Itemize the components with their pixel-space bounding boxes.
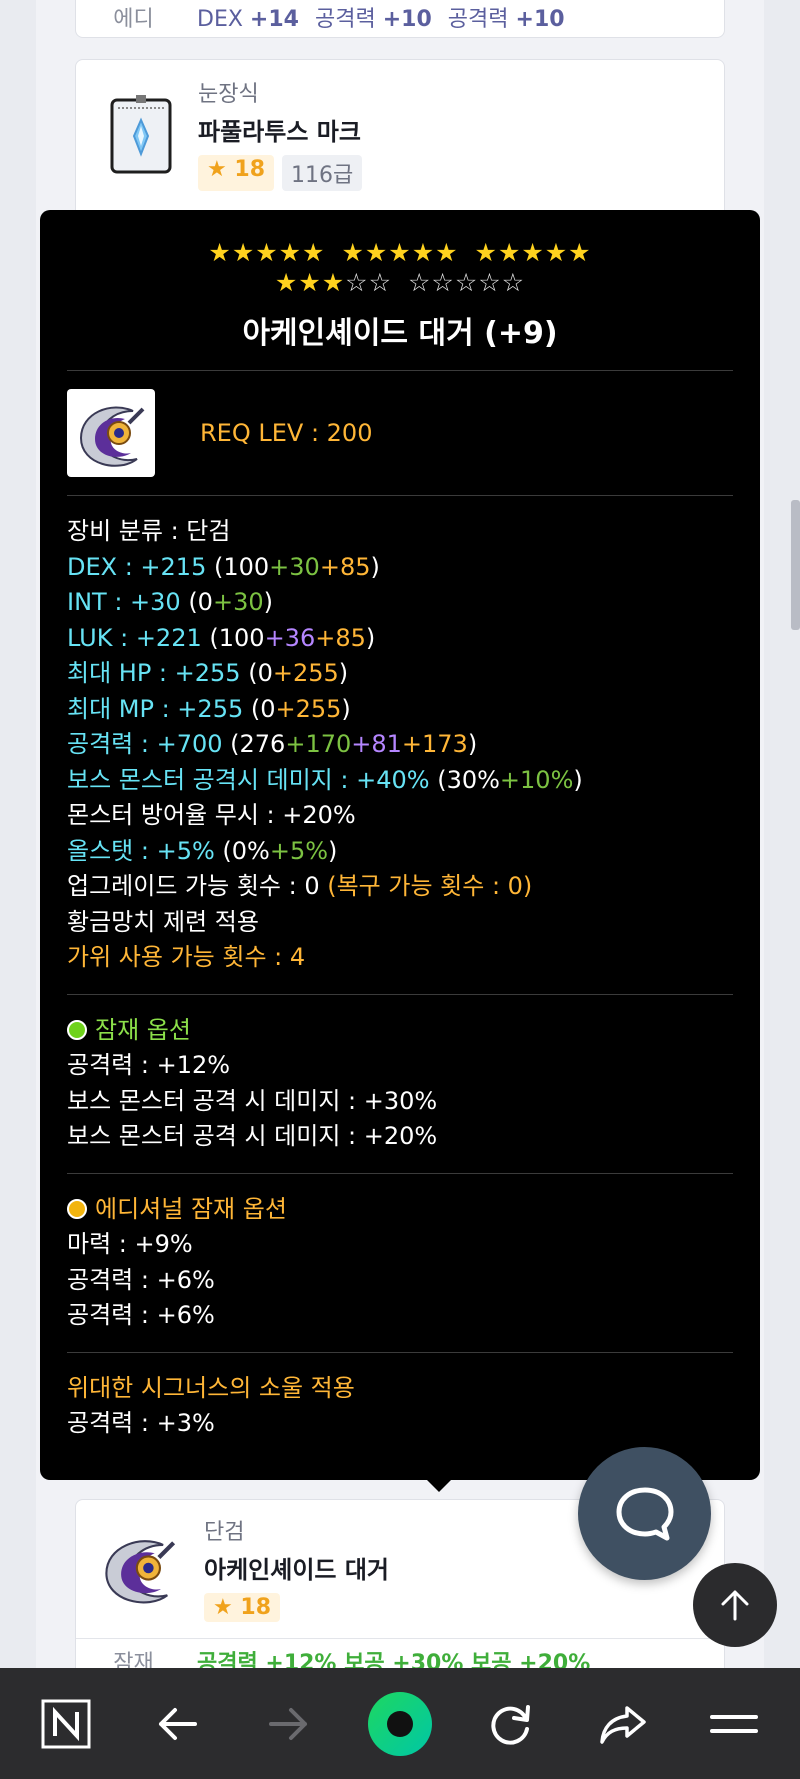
back-arrow-icon bbox=[159, 1707, 198, 1740]
additional-potential-title: 에디셔널 잠재 옵션 bbox=[95, 1194, 287, 1223]
tooltip-title: 아케인셰이드 대거 (+9) bbox=[242, 316, 558, 351]
home-circle-icon bbox=[367, 1691, 432, 1756]
chat-bubble-icon bbox=[616, 1487, 673, 1540]
stat-max-hp: 최대 HP : +255 (0+255) bbox=[67, 659, 349, 687]
stat-ignore-defense: 몬스터 방어율 무시 : +20% bbox=[67, 801, 356, 829]
potential-title: 잠재 옵션 bbox=[95, 1015, 191, 1044]
additional-potential-header: 에디셔널 잠재 옵션 bbox=[67, 1192, 733, 1228]
potential-header: 잠재 옵션 bbox=[67, 1013, 733, 1049]
scroll-to-top-button[interactable] bbox=[693, 1563, 777, 1647]
scissors-count: 가위 사용 가능 횟수 : 4 bbox=[67, 943, 306, 971]
menu-icon bbox=[710, 1714, 759, 1733]
starforce-stars: ★★★★★ ★★★★★ ★★★★★ ★★★☆☆ ☆☆☆☆☆ bbox=[208, 238, 592, 297]
starforce-badge: ★ 18 bbox=[198, 155, 275, 191]
additional-line: 공격력 : +6% bbox=[67, 1301, 215, 1329]
starforce-badge: ★ 18 bbox=[204, 1593, 281, 1622]
potential-line: 보스 몬스터 공격 시 데미지 : +30% bbox=[67, 1086, 438, 1115]
additional-line: 공격력 : +6% bbox=[67, 1265, 215, 1294]
naver-n-icon bbox=[41, 1699, 91, 1748]
potential-line: 보스 몬스터 공격 시 데미지 : +20% bbox=[67, 1122, 438, 1150]
stat-allstat: 올스탯 : +5% (0%+5%) bbox=[67, 836, 338, 865]
star-icon: ★ bbox=[213, 1595, 233, 1620]
additional-grade-icon bbox=[67, 1199, 87, 1220]
share-button[interactable] bbox=[583, 1684, 663, 1764]
item-name: 아케인셰이드 대거 bbox=[204, 1556, 389, 1584]
additional-line: 마력 : +9% bbox=[67, 1230, 193, 1258]
forward-button[interactable] bbox=[249, 1684, 329, 1764]
divider bbox=[67, 1351, 733, 1353]
share-icon bbox=[600, 1705, 646, 1744]
golden-hammer: 황금망치 제련 적용 bbox=[67, 907, 259, 936]
divider bbox=[67, 370, 733, 371]
upgrade-count: 업그레이드 가능 횟수 : 0 (복구 가능 횟수 : 0) bbox=[67, 872, 533, 900]
menu-button[interactable] bbox=[694, 1684, 774, 1764]
stat-boss-damage: 보스 몬스터 공격시 데미지 : +40% (30%+10%) bbox=[67, 765, 583, 794]
option-line: 에디 DEX +14 공격력 +10 공격력 +10 bbox=[76, 0, 724, 33]
stat-max-mp: 최대 MP : +255 (0+255) bbox=[67, 694, 351, 723]
option-value: DEX +14 bbox=[197, 7, 299, 32]
papulatus-mark-icon bbox=[106, 94, 176, 174]
stat-dex: DEX : +215 (100+30+85) bbox=[67, 552, 380, 581]
item-category: 눈장식 bbox=[198, 82, 259, 107]
refresh-button[interactable] bbox=[471, 1684, 551, 1764]
equip-category: 장비 분류 : 단검 bbox=[67, 517, 231, 545]
stat-luk: LUK : +221 (100+36+85) bbox=[67, 623, 376, 652]
browser-bottom-bar bbox=[0, 1668, 800, 1779]
option-label: 에디 bbox=[113, 7, 154, 32]
scrollbar-thumb[interactable] bbox=[791, 500, 800, 630]
potential-line: 공격력 : +12% bbox=[67, 1051, 231, 1079]
naver-home-button[interactable] bbox=[26, 1684, 106, 1764]
refresh-icon bbox=[491, 1704, 531, 1745]
divider bbox=[67, 495, 733, 496]
green-dot-button[interactable] bbox=[360, 1684, 440, 1764]
item-tooltip: ★★★★★ ★★★★★ ★★★★★ ★★★☆☆ ☆☆☆☆☆ 아케인셰이드 대거 (+9… bbox=[40, 210, 760, 1492]
grade-badge: 116급 bbox=[282, 155, 363, 191]
chat-button[interactable] bbox=[578, 1447, 711, 1580]
item-card-top[interactable]: 에디 DEX +14 공격력 +10 공격력 +10 bbox=[75, 0, 725, 38]
divider bbox=[67, 1172, 733, 1174]
soul-title: 위대한 시그너스의 소울 적용 bbox=[67, 1373, 355, 1402]
stat-attack: 공격력 : +700 (276+170+81+173) bbox=[67, 730, 478, 758]
item-name: 파풀라투스 마크 bbox=[198, 118, 361, 146]
soul-line: 공격력 : +3% bbox=[67, 1409, 215, 1437]
arcane-dagger-icon bbox=[98, 1528, 182, 1608]
item-category: 단검 bbox=[204, 1520, 245, 1545]
potential-grade-icon bbox=[67, 1020, 87, 1041]
stat-int: INT : +30 (0+30) bbox=[67, 588, 273, 616]
option-value: 공격력 +10 bbox=[314, 7, 432, 32]
forward-arrow-icon bbox=[268, 1707, 307, 1740]
back-button[interactable] bbox=[137, 1684, 217, 1764]
arrow-up-icon bbox=[721, 1590, 749, 1621]
divider bbox=[67, 993, 733, 995]
arcane-dagger-icon bbox=[67, 389, 155, 477]
required-level: REQ LEV : 200 bbox=[200, 419, 373, 447]
tooltip-pointer bbox=[426, 1479, 452, 1492]
star-icon: ★ bbox=[207, 157, 227, 182]
option-value: 공격력 +10 bbox=[447, 7, 565, 32]
